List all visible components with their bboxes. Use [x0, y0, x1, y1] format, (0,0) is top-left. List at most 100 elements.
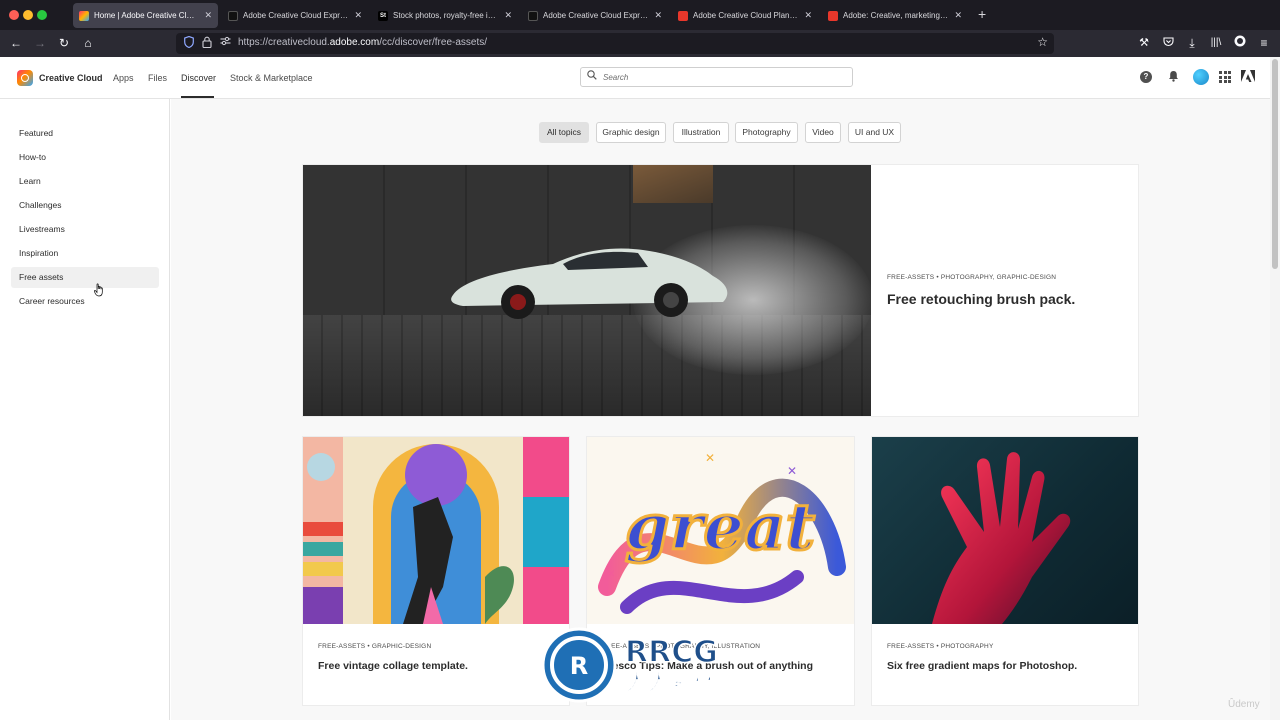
creative-cloud-icon: [79, 10, 89, 21]
download-icon[interactable]: ⤓: [1184, 35, 1200, 51]
url-prefix: https://creativecloud.: [238, 37, 330, 48]
tab-label: Adobe: Creative, marketing and: [843, 11, 949, 20]
close-icon[interactable]: ✕: [204, 10, 212, 21]
sidebar-item-free-assets[interactable]: Free assets: [11, 267, 159, 288]
url-bar[interactable]: https://creativecloud.adobe.com/cc/disco…: [176, 33, 1054, 54]
filter-chip-graphic-design[interactable]: Graphic design: [596, 122, 666, 143]
gradient-map-hand-image: [872, 437, 1138, 624]
app-header: Creative Cloud Apps Files Discover Stock…: [0, 57, 1270, 99]
browser-tab[interactable]: Adobe: Creative, marketing and ✕: [822, 3, 968, 28]
url-domain: adobe.com: [329, 37, 380, 48]
sidebar-item-career-resources[interactable]: Career resources: [11, 291, 159, 312]
filter-chip-all-topics[interactable]: All topics: [539, 122, 589, 143]
adobe-icon: [828, 10, 838, 21]
permissions-icon[interactable]: [220, 36, 231, 51]
asset-card[interactable]: FREE-ASSETS • GRAPHIC-DESIGN Free vintag…: [302, 436, 570, 706]
sidebar-item-inspiration[interactable]: Inspiration: [11, 243, 159, 264]
close-icon[interactable]: ✕: [954, 10, 962, 21]
lock-icon[interactable]: [202, 36, 212, 53]
extensions-icon[interactable]: ⚒: [1136, 35, 1152, 51]
card-eyebrow: FREE-ASSETS • GRAPHIC-DESIGN: [318, 643, 432, 650]
creative-cloud-logo-icon[interactable]: [17, 70, 33, 86]
sidebar-item-how-to[interactable]: How-to: [11, 147, 159, 168]
sparkle-icon: ✕: [607, 569, 615, 580]
adobe-logo-icon[interactable]: [1241, 69, 1255, 83]
watermark-subtext: 人人素材: [626, 670, 714, 696]
watermark-mark: R: [570, 652, 588, 680]
card-title[interactable]: Free vintage collage template.: [318, 660, 468, 672]
mouse-cursor-icon: [94, 283, 103, 297]
nav-stock-marketplace[interactable]: Stock & Marketplace: [230, 73, 313, 83]
sidebar-item-learn[interactable]: Learn: [11, 171, 159, 192]
hero-title[interactable]: Free retouching brush pack.: [887, 291, 1075, 307]
search-icon: [587, 70, 597, 85]
close-icon[interactable]: ✕: [654, 10, 662, 21]
browser-tab[interactable]: Home | Adobe Creative Cloud ✕: [73, 3, 218, 28]
help-icon[interactable]: ?: [1140, 71, 1152, 83]
vintage-collage-image: [303, 437, 569, 624]
adobe-icon: [678, 10, 688, 21]
udemy-watermark: Ûdemy: [1228, 699, 1260, 710]
nav-discover[interactable]: Discover: [181, 73, 216, 83]
3d-lettering-image: great ✕ ✕ ✕: [587, 437, 854, 624]
sidebar-item-livestreams[interactable]: Livestreams: [11, 219, 159, 240]
brand-name[interactable]: Creative Cloud: [39, 73, 103, 83]
bookmark-star-icon[interactable]: ☆: [1037, 35, 1048, 49]
shield-icon[interactable]: [184, 35, 194, 53]
close-icon[interactable]: ✕: [504, 10, 512, 21]
account-icon[interactable]: [1232, 35, 1248, 51]
close-icon[interactable]: ✕: [804, 10, 812, 21]
window-maximize-button[interactable]: [37, 10, 47, 20]
browser-tab[interactable]: Adobe Creative Cloud Express ✕: [222, 3, 368, 28]
tab-label: Home | Adobe Creative Cloud: [94, 11, 199, 20]
notifications-bell-icon[interactable]: [1166, 70, 1180, 86]
pocket-icon[interactable]: [1160, 35, 1176, 51]
browser-tab[interactable]: St Stock photos, royalty-free imag ✕: [372, 3, 518, 28]
search-box[interactable]: [580, 67, 853, 87]
browser-tab[interactable]: Adobe Creative Cloud Express ✕: [522, 3, 668, 28]
stock-icon: St: [378, 10, 388, 21]
tab-label: Stock photos, royalty-free imag: [393, 11, 499, 20]
window-minimize-button[interactable]: [23, 10, 33, 20]
filter-chip-ui-and-ux[interactable]: UI and UX: [848, 122, 901, 143]
sidebar-item-challenges[interactable]: Challenges: [11, 195, 159, 216]
browser-tab[interactable]: Adobe Creative Cloud Plans, Pr ✕: [672, 3, 818, 28]
browser-toolbar: ← → ↻ ⌂ https://creativecloud.adobe.com/…: [0, 30, 1280, 57]
car-shape: [451, 248, 728, 319]
active-nav-indicator: [181, 96, 214, 98]
collage-art: [303, 437, 569, 624]
sparkle-icon: ✕: [787, 464, 797, 478]
home-icon[interactable]: ⌂: [80, 35, 96, 51]
avatar[interactable]: [1193, 69, 1209, 85]
url-text[interactable]: https://creativecloud.adobe.com/cc/disco…: [238, 37, 487, 48]
rrcg-watermark-logo: R RRCG 人人素材: [541, 627, 719, 703]
menu-icon[interactable]: ≡: [1256, 35, 1272, 51]
express-icon: [528, 10, 538, 21]
close-icon[interactable]: ✕: [354, 10, 362, 21]
back-icon[interactable]: ←: [8, 35, 24, 51]
filter-chip-illustration[interactable]: Illustration: [673, 122, 729, 143]
card-eyebrow: FREE-ASSETS • PHOTOGRAPHY: [887, 643, 994, 650]
sparkle-icon: ✕: [705, 451, 715, 465]
app-switcher-icon[interactable]: [1219, 71, 1231, 83]
filter-chip-photography[interactable]: Photography: [735, 122, 798, 143]
library-icon[interactable]: |||\: [1208, 35, 1224, 51]
forward-icon[interactable]: →: [32, 35, 48, 51]
page-scrollbar[interactable]: [1270, 57, 1280, 720]
reload-icon[interactable]: ↻: [56, 35, 72, 51]
sidebar-item-featured[interactable]: Featured: [11, 123, 159, 144]
search-input[interactable]: [603, 71, 843, 84]
sidebar: Featured How-to Learn Challenges Livestr…: [0, 99, 170, 720]
nav-files[interactable]: Files: [148, 73, 167, 83]
hero-image-sports-car: [303, 165, 871, 416]
filter-chip-video[interactable]: Video: [805, 122, 841, 143]
watermark-text: RRCG: [625, 635, 718, 670]
nav-apps[interactable]: Apps: [113, 73, 134, 83]
card-title[interactable]: Six free gradient maps for Photoshop.: [887, 660, 1077, 672]
hero-card[interactable]: FREE-ASSETS • PHOTOGRAPHY, GRAPHIC-DESIG…: [302, 164, 1139, 417]
window-close-button[interactable]: [9, 10, 19, 20]
new-tab-icon[interactable]: +: [978, 7, 986, 21]
scrollbar-thumb[interactable]: [1272, 59, 1278, 269]
express-icon: [228, 10, 238, 21]
asset-card[interactable]: FREE-ASSETS • PHOTOGRAPHY Six free gradi…: [871, 436, 1139, 706]
